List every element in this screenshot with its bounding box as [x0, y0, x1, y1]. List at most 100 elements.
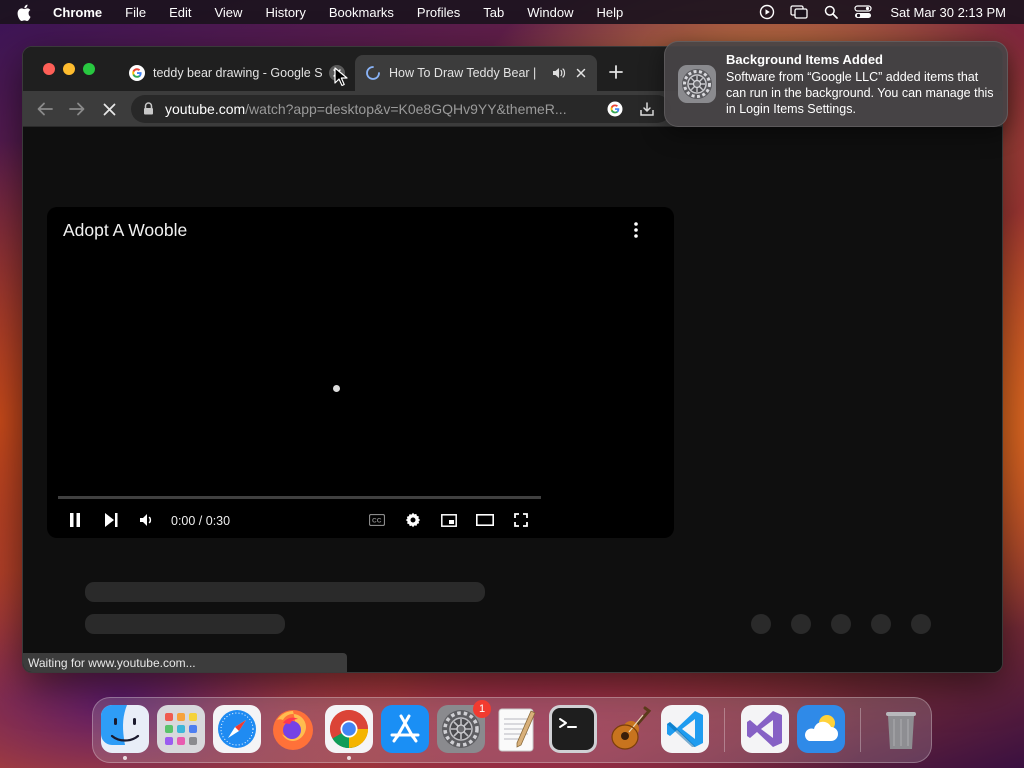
new-tab-button[interactable]	[607, 63, 625, 81]
menu-bar: Chrome File Edit View History Bookmarks …	[0, 0, 1024, 24]
screen-record-icon[interactable]	[758, 4, 776, 20]
loading-spinner-icon	[365, 65, 381, 81]
player-controls: 0:00 / 0:30 CC	[47, 507, 674, 533]
safari-icon	[213, 705, 261, 753]
video-progress-bar[interactable]	[58, 496, 541, 499]
menu-profiles[interactable]: Profiles	[417, 5, 460, 20]
close-tab-icon[interactable]	[573, 65, 589, 81]
menu-history[interactable]: History	[265, 5, 305, 20]
notification-title: Background Items Added	[726, 52, 883, 67]
video-player[interactable]: Adopt A Wooble 0:00 / 0:30 CC	[47, 207, 674, 538]
running-indicator	[123, 756, 127, 760]
dock-garageband[interactable]	[605, 705, 653, 753]
menu-app-chrome[interactable]: Chrome	[53, 5, 102, 20]
launchpad-icon	[157, 705, 205, 753]
terminal-icon	[549, 705, 597, 753]
more-options-icon[interactable]	[627, 219, 645, 241]
settings-gear-icon[interactable]	[403, 510, 423, 530]
menu-view[interactable]: View	[214, 5, 242, 20]
loading-placeholder-dot	[911, 614, 931, 634]
loading-placeholder-dot	[751, 614, 771, 634]
loading-placeholder-dot	[791, 614, 811, 634]
status-bar: Waiting for www.youtube.com...	[23, 653, 347, 672]
garageband-icon	[611, 706, 652, 750]
screen-mirroring-icon[interactable]	[790, 4, 809, 20]
dock-separator	[724, 708, 725, 752]
minimize-window-button[interactable]	[63, 63, 75, 75]
dock-firefox[interactable]	[269, 705, 317, 753]
dock-textedit[interactable]	[493, 705, 541, 753]
background-items-notification[interactable]: Background Items Added Software from “Go…	[664, 41, 1008, 127]
dock-visual-studio-code[interactable]	[661, 705, 709, 753]
loading-placeholder-dot	[831, 614, 851, 634]
theater-mode-icon[interactable]	[475, 510, 495, 530]
dock: 1	[92, 697, 932, 763]
dock-finder[interactable]	[101, 705, 149, 760]
dock-app-store[interactable]	[381, 705, 429, 753]
dock-safari[interactable]	[213, 705, 261, 753]
dock-launchpad[interactable]	[157, 705, 205, 753]
loading-placeholder-title	[85, 582, 485, 602]
svg-text:CC: CC	[372, 518, 382, 525]
miniplayer-icon[interactable]	[439, 510, 459, 530]
spotlight-search-icon[interactable]	[822, 4, 840, 20]
address-bar[interactable]: youtube.com /watch?app=desktop&v=K0e8GQH…	[131, 95, 671, 123]
next-icon[interactable]	[101, 510, 121, 530]
pause-icon[interactable]	[65, 510, 85, 530]
chrome-icon	[325, 705, 373, 753]
chrome-window: teddy bear drawing - Google S How To Dra…	[22, 46, 1003, 673]
menu-bookmarks[interactable]: Bookmarks	[329, 5, 394, 20]
finder-icon	[101, 705, 149, 753]
notification-body: Software from “Google LLC” added items t…	[726, 70, 994, 116]
back-button[interactable]	[35, 99, 55, 119]
loading-placeholder-dot	[871, 614, 891, 634]
notification-badge: 1	[473, 700, 491, 718]
captions-icon[interactable]: CC	[367, 510, 387, 530]
url-path: /watch?app=desktop&v=K0e8GQHv9YY&themeR.…	[245, 101, 567, 117]
control-center-icon[interactable]	[854, 4, 872, 20]
textedit-icon	[498, 708, 536, 752]
dock-terminal[interactable]	[549, 705, 597, 753]
menu-help[interactable]: Help	[597, 5, 624, 20]
speaker-icon[interactable]	[551, 65, 567, 81]
stop-loading-button[interactable]	[99, 99, 119, 119]
lock-icon[interactable]	[143, 102, 155, 116]
dock-trash[interactable]	[877, 705, 925, 753]
zoom-window-button[interactable]	[83, 63, 95, 75]
tab-how-to-draw-teddy-bear[interactable]: How To Draw Teddy Bear |	[355, 55, 597, 91]
dock-weather[interactable]	[797, 705, 845, 753]
forward-button[interactable]	[67, 99, 87, 119]
loading-indicator	[333, 385, 340, 392]
menu-file[interactable]: File	[125, 5, 146, 20]
trash-icon	[886, 712, 916, 749]
loading-placeholder-subtitle	[85, 614, 285, 634]
tab-title: How To Draw Teddy Bear |	[389, 66, 537, 80]
visual-studio-icon	[741, 705, 789, 753]
mouse-pointer-icon	[334, 67, 348, 87]
google-lens-icon[interactable]	[605, 99, 625, 119]
weather-icon	[797, 705, 845, 753]
dock-system-settings[interactable]: 1	[437, 700, 491, 753]
fullscreen-icon[interactable]	[511, 510, 531, 530]
tab-teddy-bear-search[interactable]: teddy bear drawing - Google S	[119, 55, 353, 91]
firefox-icon	[273, 710, 313, 750]
volume-icon[interactable]	[137, 510, 157, 530]
install-app-icon[interactable]	[637, 99, 657, 119]
google-icon	[129, 65, 145, 81]
app-store-icon	[381, 705, 429, 753]
close-window-button[interactable]	[43, 63, 55, 75]
menu-edit[interactable]: Edit	[169, 5, 191, 20]
apple-menu-icon[interactable]	[17, 3, 35, 21]
running-indicator	[347, 756, 351, 760]
menu-window[interactable]: Window	[527, 5, 573, 20]
system-settings-gear-icon	[677, 64, 717, 104]
video-title[interactable]: Adopt A Wooble	[63, 220, 187, 241]
url-host: youtube.com	[165, 101, 246, 117]
menu-tab[interactable]: Tab	[483, 5, 504, 20]
dock-google-chrome[interactable]	[325, 705, 373, 760]
menubar-clock[interactable]: Sat Mar 30 2:13 PM	[890, 5, 1006, 20]
dock-visual-studio[interactable]	[741, 705, 789, 753]
video-time: 0:00 / 0:30	[171, 514, 231, 528]
tab-title: teddy bear drawing - Google S	[153, 66, 323, 80]
page-content: Adopt A Wooble 0:00 / 0:30 CC	[23, 127, 1002, 672]
